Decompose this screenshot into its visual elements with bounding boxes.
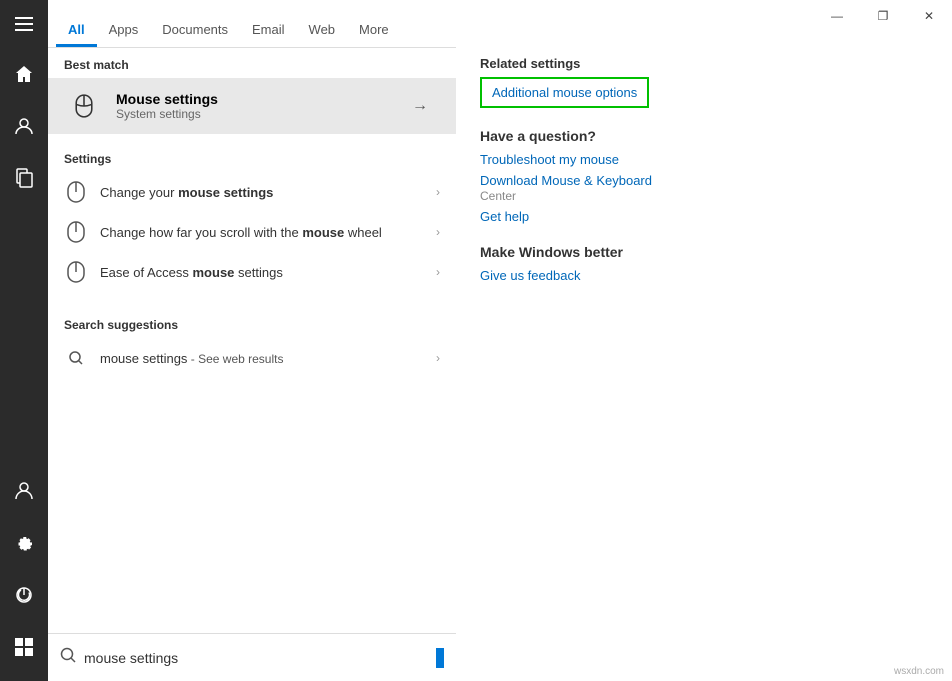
suggestion-search-icon (64, 346, 88, 370)
make-windows-better-heading: Make Windows better (480, 244, 928, 260)
settings-item-arrow-1: › (436, 185, 440, 199)
settings-item-text-2: Change how far you scroll with the mouse… (100, 225, 436, 240)
mouse-icon-2 (64, 220, 88, 244)
window-controls: — ❐ ✕ (814, 0, 952, 32)
get-help-link[interactable]: Get help (480, 209, 928, 224)
settings-item-ease[interactable]: Ease of Access mouse settings › (48, 252, 456, 292)
tab-all[interactable]: All (56, 10, 97, 47)
contact-icon[interactable] (0, 102, 48, 150)
taskbar (0, 0, 48, 681)
search-tabs: All Apps Documents Email Web More (48, 0, 456, 48)
settings-item-text-3: Ease of Access mouse settings (100, 265, 436, 280)
additional-mouse-options-link[interactable]: Additional mouse options (480, 77, 649, 108)
give-feedback-link[interactable]: Give us feedback (480, 268, 928, 283)
avatar-icon[interactable] (0, 467, 48, 515)
suggestion-main: mouse settings (100, 351, 187, 366)
settings-item-arrow-2: › (436, 225, 440, 239)
mouse-settings-icon (64, 86, 104, 126)
tab-more[interactable]: More (347, 10, 401, 47)
download-link[interactable]: Download Mouse & Keyboard Center (480, 173, 928, 203)
center-text: Center (480, 189, 516, 203)
best-match-title: Mouse settings (116, 91, 400, 107)
tab-web[interactable]: Web (297, 10, 348, 47)
documents-icon[interactable] (0, 154, 48, 202)
settings-label: Settings (48, 142, 456, 172)
settings-item-text-1: Change your mouse settings (100, 185, 436, 200)
suggestion-arrow: › (436, 351, 440, 365)
tab-apps[interactable]: Apps (97, 10, 151, 47)
settings-item-arrow-3: › (436, 265, 440, 279)
have-question-heading: Have a question? (480, 128, 928, 144)
hamburger-menu-button[interactable] (0, 0, 48, 48)
settings-icon[interactable] (0, 519, 48, 567)
home-icon[interactable] (0, 50, 48, 98)
close-button[interactable]: ✕ (906, 0, 952, 32)
watermark: wsxdn.com (894, 666, 944, 677)
best-match-subtitle: System settings (116, 107, 400, 121)
best-match-item[interactable]: Mouse settings System settings → (48, 78, 456, 134)
search-bar-icon (60, 647, 76, 668)
suggestion-text: mouse settings - See web results (100, 351, 436, 366)
best-match-arrow[interactable]: → (400, 86, 440, 126)
suggestion-item-mouse[interactable]: mouse settings - See web results › (48, 338, 456, 378)
minimize-button[interactable]: — (814, 0, 860, 32)
windows-icon[interactable] (0, 623, 48, 671)
search-cursor (436, 648, 444, 668)
suggestion-see-web: - See web results (187, 352, 283, 366)
settings-item-mouse-settings[interactable]: Change your mouse settings › (48, 172, 456, 212)
settings-item-scroll[interactable]: Change how far you scroll with the mouse… (48, 212, 456, 252)
mouse-icon-3 (64, 260, 88, 284)
search-panel: All Apps Documents Email Web More Best m… (48, 0, 456, 681)
tab-email[interactable]: Email (240, 10, 297, 47)
best-match-label: Best match (48, 48, 456, 78)
right-panel: — ❐ ✕ Related settings Additional mouse … (456, 0, 952, 681)
search-input[interactable] (84, 650, 432, 666)
best-match-text: Mouse settings System settings (116, 91, 400, 121)
settings-section: Settings Change your mouse settings › Ch… (48, 134, 456, 300)
suggestions-label: Search suggestions (48, 308, 456, 338)
related-settings-title: Related settings (480, 56, 928, 71)
suggestions-section: Search suggestions mouse settings - See … (48, 300, 456, 386)
download-text: Download Mouse & Keyboard (480, 173, 652, 188)
power-icon[interactable] (0, 571, 48, 619)
maximize-button[interactable]: ❐ (860, 0, 906, 32)
mouse-icon-1 (64, 180, 88, 204)
troubleshoot-link[interactable]: Troubleshoot my mouse (480, 152, 928, 167)
tab-documents[interactable]: Documents (150, 10, 240, 47)
search-bar (48, 633, 456, 681)
